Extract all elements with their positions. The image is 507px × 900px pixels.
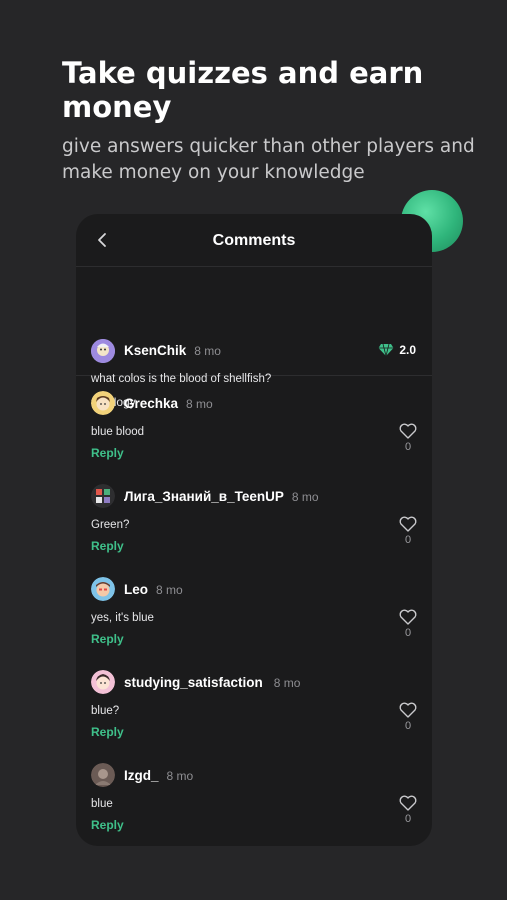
comment-username: Grechka	[124, 396, 179, 411]
phone-screen: Comments KsenChik 8 mo 2.0 what colos is …	[76, 214, 432, 846]
avatar	[91, 339, 115, 363]
like-count: 0	[404, 813, 412, 825]
reward-value: 2.0	[399, 343, 416, 357]
heart-icon	[399, 702, 417, 718]
comment-time: 8 mo	[166, 769, 194, 783]
like-count: 0	[404, 720, 412, 732]
diamond-icon	[378, 343, 394, 357]
like-count: 0	[404, 627, 412, 639]
post-time: 8 mo	[194, 344, 221, 358]
comment-time: 8 mo	[273, 676, 301, 690]
avatar	[91, 484, 115, 508]
comment-author[interactable]: Grechka 8 mo	[124, 396, 213, 411]
question-post: KsenChik 8 mo 2.0 what colos is the blood…	[76, 267, 432, 409]
comment-username: Лига_Знаний_в_TeenUP	[124, 489, 284, 504]
screen-title: Comments	[212, 232, 296, 249]
reply-button[interactable]: Reply	[91, 446, 124, 460]
like-button[interactable]: 0	[398, 516, 418, 546]
comment-item: Лига_Знаний_в_TeenUP 8 mo Green? Reply 0	[76, 468, 432, 561]
comment-author[interactable]: Leo 8 mo	[124, 582, 183, 597]
comment-text: blue?	[91, 705, 120, 717]
avatar	[91, 763, 115, 787]
comment-time: 8 mo	[186, 397, 213, 411]
avatar	[91, 391, 115, 415]
reward-badge: 2.0	[378, 343, 416, 357]
like-button[interactable]: 0	[398, 609, 418, 639]
heart-icon	[399, 795, 417, 811]
post-author[interactable]: KsenChik 8 mo	[124, 343, 221, 358]
comment-author[interactable]: Izgd_ 8 mo	[124, 768, 193, 783]
reply-button[interactable]: Reply	[91, 818, 124, 832]
like-button[interactable]: 0	[398, 423, 418, 453]
like-button[interactable]: 0	[398, 795, 418, 825]
comment-author[interactable]: studying_satisfaction 8 mo	[124, 675, 300, 690]
comment-item: Grechka 8 mo blue blood Reply 0	[76, 375, 432, 468]
avatar	[91, 577, 115, 601]
comment-item: Leo 8 mo yes, it's blue Reply 0	[76, 561, 432, 654]
comment-time: 8 mo	[291, 490, 319, 504]
like-count: 0	[404, 534, 412, 546]
comment-author[interactable]: Лига_Знаний_в_TeenUP 8 mo	[124, 489, 319, 504]
post-username: KsenChik	[124, 343, 187, 358]
comment-text: yes, it's blue	[91, 612, 154, 624]
heart-icon	[399, 516, 417, 532]
reply-button[interactable]: Reply	[91, 539, 124, 553]
avatar	[91, 670, 115, 694]
comment-time: 8 mo	[156, 583, 183, 597]
like-count: 0	[404, 441, 412, 453]
comment-text: blue	[91, 798, 113, 810]
comment-username: Izgd_	[124, 768, 159, 783]
like-button[interactable]: 0	[398, 702, 418, 732]
reply-button[interactable]: Reply	[91, 725, 124, 739]
top-bar: Comments	[76, 214, 432, 267]
promo-subline: give answers quicker than other players …	[62, 136, 475, 183]
comment-username: studying_satisfaction	[124, 675, 263, 690]
comment-item: studying_satisfaction 8 mo blue? Reply 0	[76, 654, 432, 747]
comments-list: Grechka 8 mo blue blood Reply 0 Лига_Зна…	[76, 375, 432, 846]
heart-icon	[399, 423, 417, 439]
comment-text: blue blood	[91, 426, 145, 438]
heart-icon	[399, 609, 417, 625]
comment-item: Izgd_ 8 mo blue Reply 0	[76, 747, 432, 840]
promo-headline: Take quizzes and earn money	[62, 56, 424, 124]
reply-button[interactable]: Reply	[91, 632, 124, 646]
comment-text: Green?	[91, 519, 130, 531]
comment-username: Leo	[124, 582, 149, 597]
